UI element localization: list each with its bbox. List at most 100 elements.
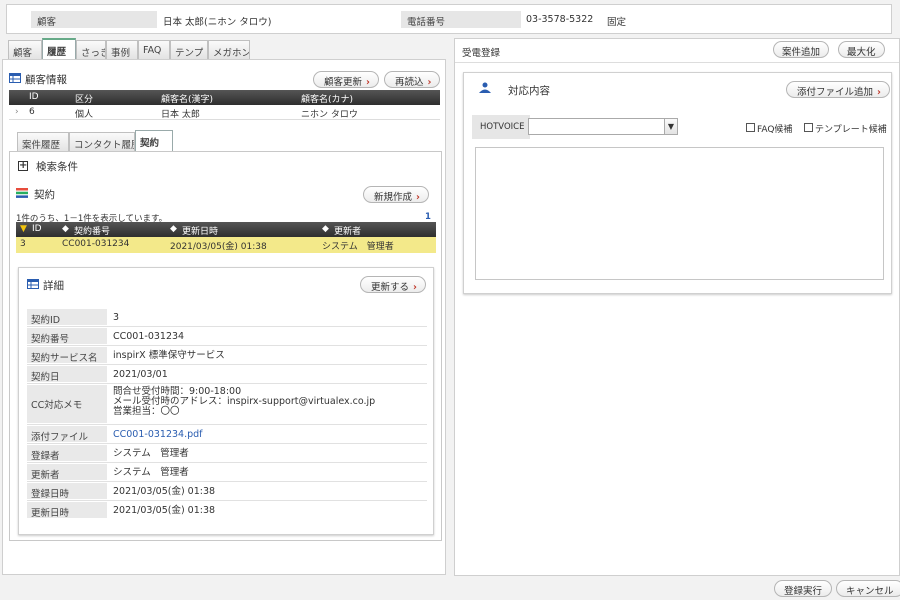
cell-kubun: 個人 bbox=[75, 110, 94, 120]
left-panel: 顧客情報 顧客更新 › 再読込 › ID 区分 顧客名(漢字) 顧客名(カナ) › … bbox=[2, 59, 446, 575]
detail-label-updated-by: 更新者 bbox=[27, 464, 107, 481]
detail-title: 詳細 bbox=[43, 280, 64, 292]
right-panel: 受電登録 案件追加 最大化 対応内容 添付ファイル追加 › HOTVOICE ▼ … bbox=[454, 38, 900, 576]
col-contract-number[interactable]: 契約番号 bbox=[74, 224, 110, 237]
chevron-right-icon: › bbox=[413, 282, 417, 293]
detail-value-contract-id: 3 bbox=[113, 312, 120, 323]
detail-value-registered-by: システム 管理者 bbox=[113, 448, 189, 459]
call-registration-title: 受電登録 bbox=[462, 48, 501, 59]
tab-template[interactable]: テンプ bbox=[170, 40, 208, 59]
cell-name-kana: ニホン タロウ bbox=[301, 110, 358, 120]
table-row[interactable]: › 6 個人 日本 太郎 ニホン タロウ bbox=[9, 105, 440, 120]
search-conditions-label[interactable]: 検索条件 bbox=[36, 159, 78, 174]
new-contract-label: 新規作成 bbox=[374, 192, 413, 203]
cell-contract-id: 3 bbox=[20, 239, 26, 249]
customer-label: 顧客 bbox=[31, 11, 157, 28]
detail-update-button[interactable]: 更新する › bbox=[360, 276, 426, 293]
row-divider bbox=[27, 481, 427, 482]
register-button[interactable]: 登録実行 bbox=[774, 580, 833, 597]
maximize-button[interactable]: 最大化 bbox=[838, 41, 885, 58]
detail-value-contract-date: 2021/03/01 bbox=[113, 369, 168, 380]
hotvoice-select[interactable]: ▼ bbox=[528, 118, 678, 135]
chevron-right-icon: › bbox=[366, 77, 370, 88]
col-id: ID bbox=[29, 92, 39, 102]
attachment-link[interactable]: CC001-031234.pdf bbox=[113, 430, 203, 440]
response-title: 対応内容 bbox=[508, 85, 550, 97]
cell-contract-number: CC001-031234 bbox=[62, 239, 130, 249]
contract-title: 契約 bbox=[34, 189, 55, 201]
row-divider bbox=[27, 424, 427, 425]
col-name-kana: 顧客名(カナ) bbox=[301, 95, 354, 105]
chevron-right-icon: › bbox=[877, 87, 881, 98]
response-panel: 対応内容 添付ファイル追加 › HOTVOICE ▼ FAQ候補 テンプレート候補 bbox=[463, 72, 892, 294]
sort-icon[interactable]: ◆ bbox=[322, 224, 329, 234]
tab-megaphone[interactable]: メガホン bbox=[208, 40, 250, 59]
detail-value-contract-number: CC001-031234 bbox=[113, 331, 185, 342]
detail-panel: 詳細 更新する › 契約ID 3 契約番号 CC001-031234 契約サービス… bbox=[18, 267, 434, 535]
row-divider bbox=[27, 462, 427, 463]
add-attachment-label: 添付ファイル追加 bbox=[797, 87, 874, 98]
template-candidate-checkbox[interactable] bbox=[804, 123, 813, 132]
detail-value-memo-line3: 営業担当：〇〇 bbox=[113, 406, 180, 417]
add-attachment-button[interactable]: 添付ファイル追加 › bbox=[786, 81, 890, 98]
add-case-button[interactable]: 案件追加 bbox=[773, 41, 830, 58]
tab-case-history[interactable]: 案件履歴 bbox=[17, 132, 69, 151]
detail-value-service-name: inspirX 標準保守サービス bbox=[113, 350, 225, 361]
row-divider bbox=[27, 383, 427, 384]
tab-cases[interactable]: 事例 bbox=[106, 40, 138, 59]
detail-label-attachment: 添付ファイル bbox=[27, 426, 107, 443]
contract-table-header: ▼ ID ◆ 契約番号 ◆ 更新日時 ◆ 更新者 bbox=[16, 222, 436, 237]
phone-label: 電話番号 bbox=[401, 11, 521, 28]
list-icon bbox=[16, 188, 28, 198]
detail-value-updated-at: 2021/03/05(金) 01:38 bbox=[113, 505, 216, 516]
detail-label-updated-at: 更新日時 bbox=[27, 502, 107, 519]
person-icon bbox=[478, 82, 492, 94]
template-candidate-label[interactable]: テンプレート候補 bbox=[815, 122, 887, 135]
reload-button[interactable]: 再読込 › bbox=[384, 71, 441, 88]
customer-update-button[interactable]: 顧客更新 › bbox=[313, 71, 379, 88]
sort-icon[interactable]: ◆ bbox=[62, 224, 69, 234]
cell-id: 6 bbox=[29, 107, 35, 117]
tab-history[interactable]: 履歴 bbox=[42, 38, 76, 59]
customer-table-header: ID 区分 顧客名(漢字) 顧客名(カナ) bbox=[9, 90, 440, 105]
sort-down-icon[interactable]: ▼ bbox=[20, 224, 27, 234]
detail-label-service-name: 契約サービス名 bbox=[27, 347, 107, 364]
faq-candidate-label[interactable]: FAQ候補 bbox=[757, 122, 792, 135]
contract-subpanel: + 検索条件 契約 新規作成 › 1件のうち、1－1件を表示しています。 1 ▼ … bbox=[9, 151, 442, 541]
response-textarea[interactable] bbox=[475, 147, 884, 280]
col-name-kanji: 顧客名(漢字) bbox=[161, 95, 214, 105]
cell-updated-by: システム 管理者 bbox=[322, 242, 394, 252]
detail-value-registered-at: 2021/03/05(金) 01:38 bbox=[113, 486, 216, 497]
row-divider bbox=[27, 326, 427, 327]
detail-update-label: 更新する bbox=[371, 282, 410, 293]
tab-contract[interactable]: 契約 bbox=[135, 130, 173, 152]
table-icon bbox=[27, 279, 39, 289]
tab-faq[interactable]: FAQ bbox=[138, 40, 170, 59]
col-contract-id[interactable]: ID bbox=[32, 224, 42, 234]
faq-candidate-checkbox[interactable] bbox=[746, 123, 755, 132]
cancel-button[interactable]: キャンセル bbox=[836, 580, 900, 597]
detail-value-updated-by: システム 管理者 bbox=[113, 467, 189, 478]
search-toggle-icon[interactable]: + bbox=[18, 161, 28, 171]
chevron-right-icon: › bbox=[416, 192, 420, 203]
col-kubun: 区分 bbox=[75, 95, 94, 105]
page-number[interactable]: 1 bbox=[425, 212, 431, 222]
chevron-down-icon[interactable]: ▼ bbox=[664, 119, 677, 134]
table-row[interactable]: 3 CC001-031234 2021/03/05(金) 01:38 システム … bbox=[16, 237, 436, 253]
tab-contact-history[interactable]: コンタクト履歴 bbox=[69, 132, 135, 151]
customer-header-bar: 顧客 日本 太郎(ニホン タロウ) 電話番号 03-3578-5322 固定 bbox=[6, 4, 892, 34]
sort-icon[interactable]: ◆ bbox=[170, 224, 177, 234]
phone-type: 固定 bbox=[607, 17, 627, 28]
tab-customer[interactable]: 顧客 bbox=[8, 40, 42, 59]
table-icon bbox=[9, 73, 21, 83]
chevron-right-icon: › bbox=[427, 77, 432, 88]
col-updated-at[interactable]: 更新日時 bbox=[182, 224, 218, 237]
col-updated-by[interactable]: 更新者 bbox=[334, 224, 361, 237]
detail-label-contract-number: 契約番号 bbox=[27, 328, 107, 345]
new-contract-button[interactable]: 新規作成 › bbox=[363, 186, 429, 203]
header-divider bbox=[455, 62, 899, 63]
row-expand-icon[interactable]: › bbox=[15, 107, 19, 117]
detail-label-contract-date: 契約日 bbox=[27, 366, 107, 383]
tab-recent[interactable]: さっきの bbox=[76, 40, 106, 59]
hotvoice-label: HOTVOICE bbox=[472, 115, 530, 139]
